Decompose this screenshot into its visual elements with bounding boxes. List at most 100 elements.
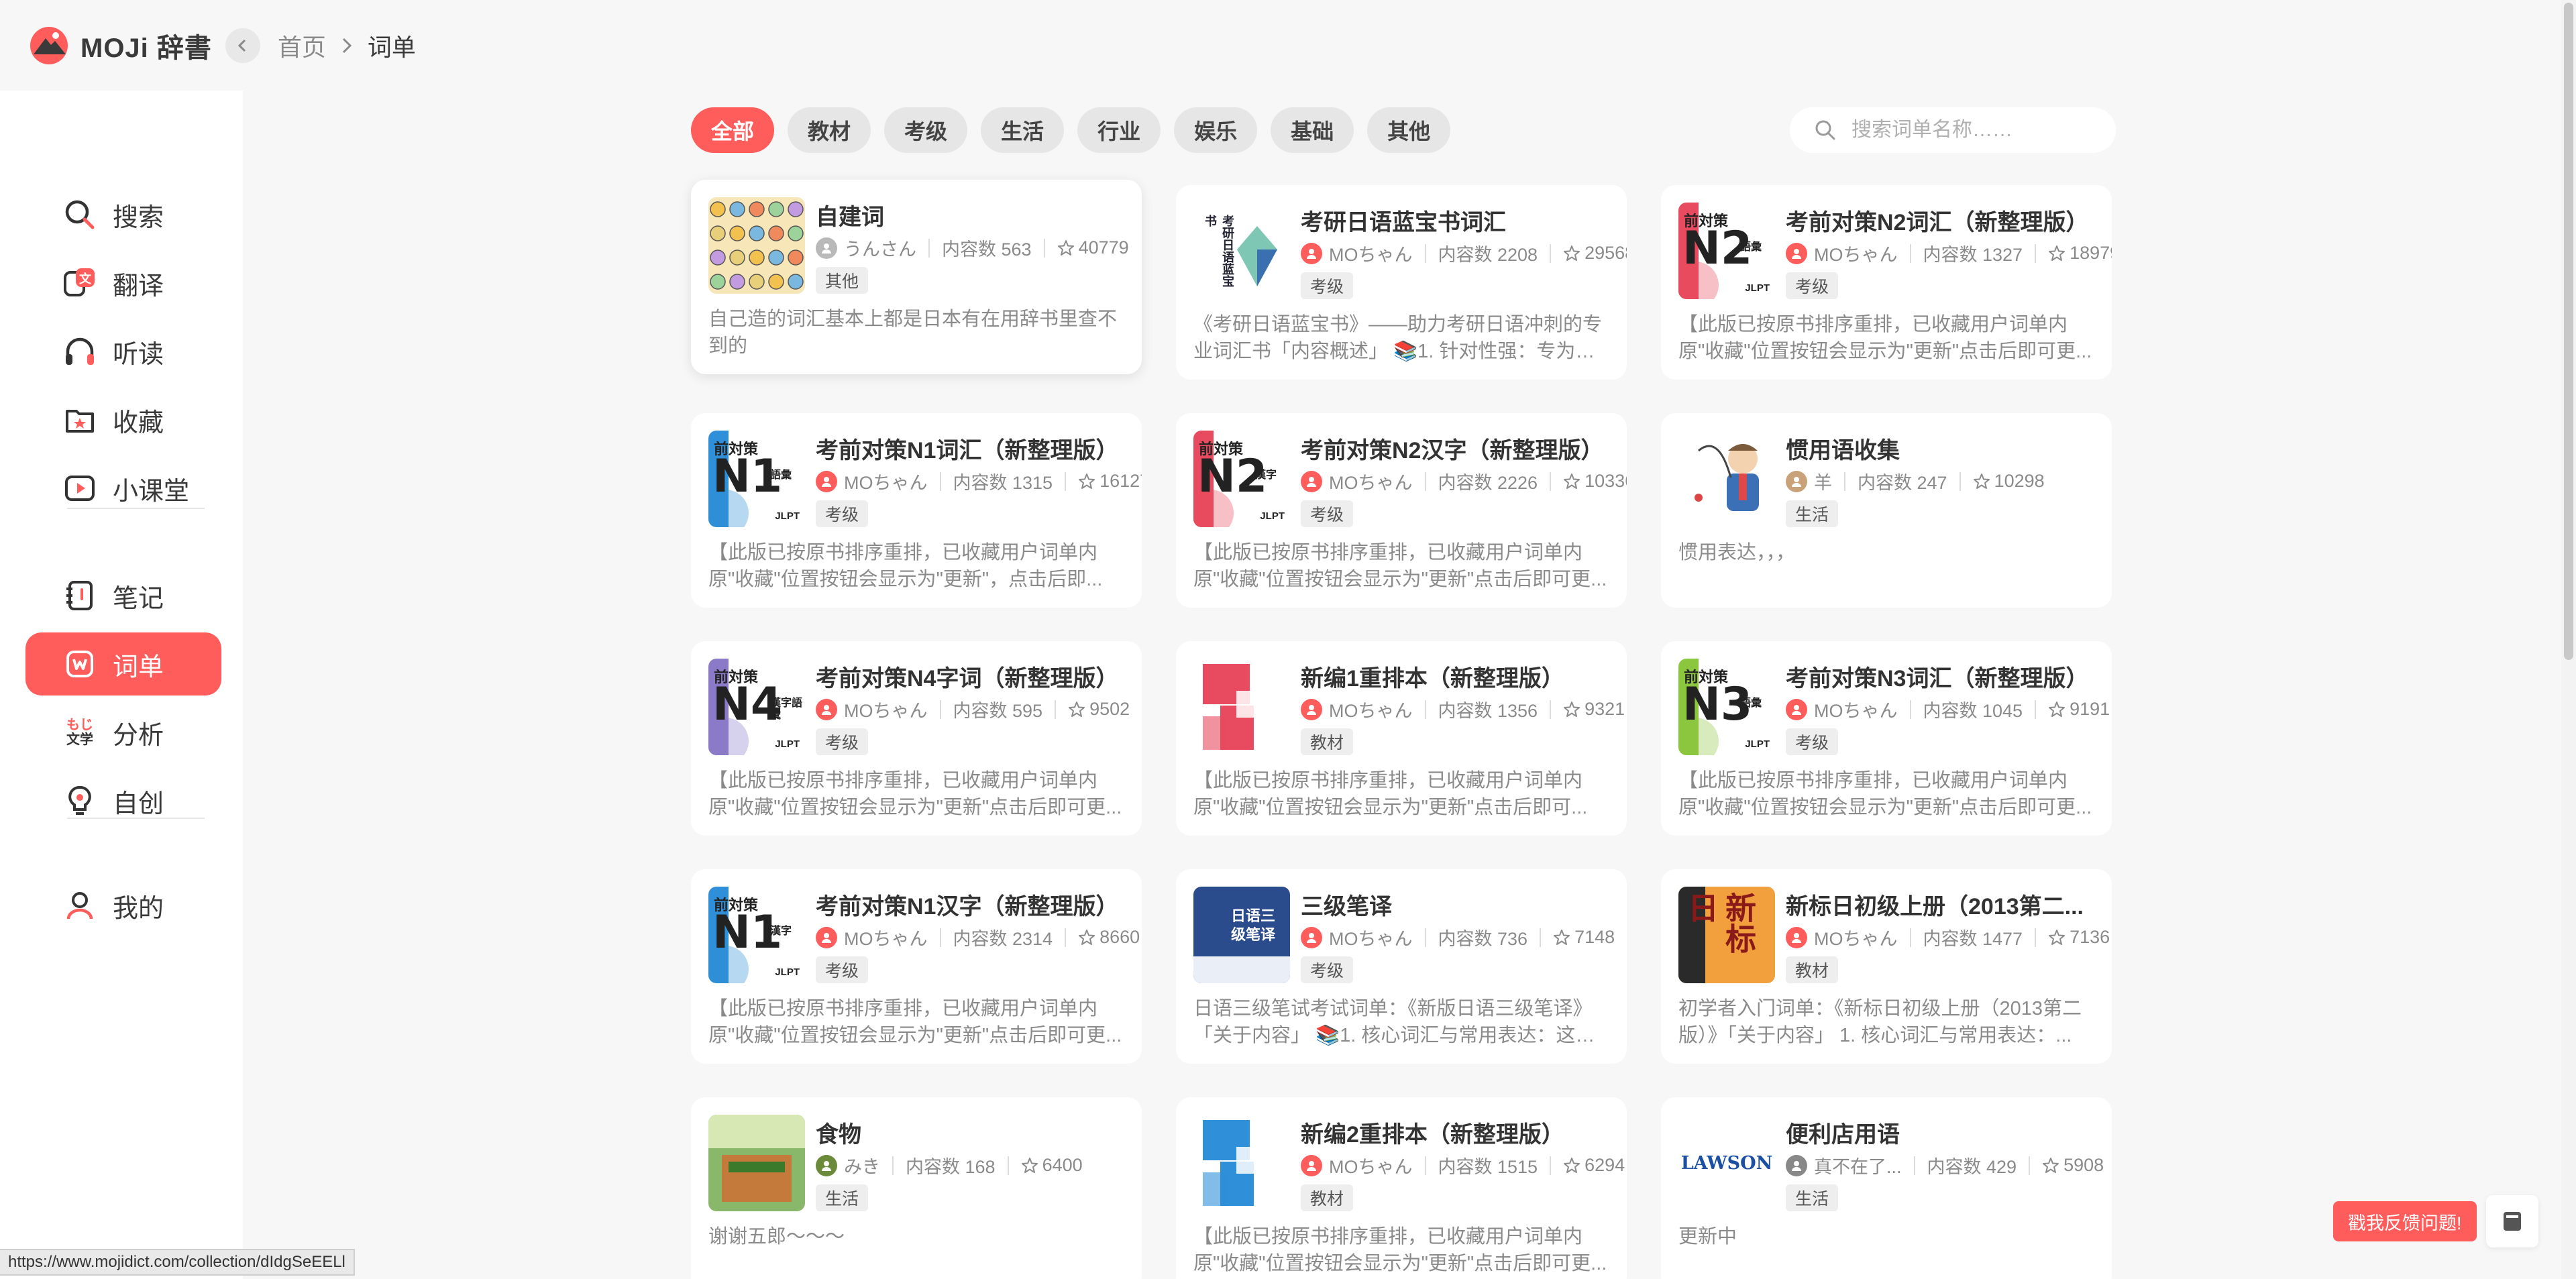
wordlist-tag: 考级 bbox=[1786, 272, 1839, 299]
meta-divider bbox=[1043, 238, 1045, 258]
meta-divider bbox=[1424, 243, 1426, 263]
meta-divider bbox=[1540, 928, 1542, 947]
filter-chip-exam[interactable]: 考级 bbox=[884, 107, 968, 153]
sidebar-item-listen[interactable]: 听读 bbox=[25, 320, 221, 383]
wordlist-author: MOちゃん bbox=[1814, 929, 1898, 949]
wordlist-description: 《考研日语蓝宝书》——助力考研日语冲刺的专业词汇书「内容概述」 📚1. 针对性强… bbox=[1193, 314, 1603, 362]
sidebar-item-classroom[interactable]: 小课堂 bbox=[25, 457, 221, 520]
wordlist-cover-image: 前対策 N1 語彙 JLPT bbox=[708, 431, 805, 527]
cover-subtitle: 漢字語彙 bbox=[770, 698, 803, 721]
wordlist-author: MOちゃん bbox=[1329, 245, 1413, 265]
wordlist-card[interactable]: 自建词 うんさん 内容数 563 40779 其他 自己造的词汇基本上都是日本有… bbox=[691, 180, 1142, 374]
wordlist-stars: 7148 bbox=[1574, 927, 1615, 947]
wordlist-cover-image bbox=[708, 1115, 805, 1211]
feedback-button[interactable]: 戳我反馈问题! bbox=[2333, 1201, 2477, 1241]
notebook-icon bbox=[60, 576, 99, 615]
avatar bbox=[1786, 470, 1807, 492]
meta-divider bbox=[1913, 1156, 1915, 1175]
meta-divider bbox=[1424, 700, 1426, 719]
wordlist-icon bbox=[60, 645, 99, 683]
wordlist-stars: 6294 bbox=[1585, 1155, 1625, 1175]
wordlist-card[interactable]: 新编1重排本（新整理版） MOちゃん 内容数 1356 9321 教材 【此版已… bbox=[1176, 641, 1627, 836]
avatar bbox=[1301, 926, 1322, 948]
wordlist-title: 考前对策N2汉字（新整理版） bbox=[1301, 438, 1604, 463]
wordlist-author: うんさん bbox=[844, 239, 916, 260]
filter-chip-basic[interactable]: 基础 bbox=[1271, 107, 1354, 153]
star-icon bbox=[1564, 245, 1580, 261]
wordlist-author: MOちゃん bbox=[1329, 473, 1413, 493]
wordlist-card[interactable]: 日语三级笔译 三级笔译 MOちゃん 内容数 736 7148 考级 日语三级笔试… bbox=[1176, 869, 1627, 1064]
wordlist-stars: 40779 bbox=[1078, 237, 1129, 258]
wordlist-count: 内容数 2208 bbox=[1438, 245, 1538, 265]
wordlist-count: 内容数 247 bbox=[1858, 473, 1947, 493]
wordlist-card[interactable]: 前対策 N1 漢字 JLPT 考前对策N1汉字（新整理版） MOちゃん 内容数 … bbox=[691, 869, 1142, 1064]
wordlist-meta: MOちゃん 内容数 1477 7136 bbox=[1786, 924, 2110, 950]
star-icon bbox=[1057, 239, 1074, 256]
wordlist-cover-image: LAWSON bbox=[1678, 1115, 1775, 1211]
wordlist-tag: 考级 bbox=[816, 956, 869, 983]
cover-subtitle: 漢字 bbox=[1255, 469, 1277, 481]
wordlist-card[interactable]: 考研日语蓝宝书 考研日语蓝宝书词汇 MOちゃん 内容数 2208 29568 考… bbox=[1176, 185, 1627, 380]
sidebar-item-create[interactable]: 自创 bbox=[25, 769, 221, 832]
filter-chip-entertainment[interactable]: 娱乐 bbox=[1174, 107, 1258, 153]
star-icon bbox=[2049, 701, 2065, 717]
filter-chip-textbook[interactable]: 教材 bbox=[788, 107, 871, 153]
sidebar-item-translate[interactable]: 文 翻译 bbox=[25, 252, 221, 315]
sidebar-item-label: 小课堂 bbox=[113, 477, 190, 506]
cover-subtitle: 語彙 bbox=[1740, 241, 1762, 253]
filter-chip-industry[interactable]: 行业 bbox=[1077, 107, 1161, 153]
wordlist-author: 真不在了... bbox=[1814, 1157, 1902, 1177]
cover-subtitle: 語彙 bbox=[770, 469, 792, 481]
breadcrumb-current: 词单 bbox=[367, 33, 416, 61]
star-icon bbox=[1021, 1157, 1038, 1173]
wordlist-count: 内容数 168 bbox=[906, 1157, 996, 1177]
scrollbar-thumb[interactable] bbox=[2564, 3, 2573, 660]
sidebar-item-search[interactable]: 搜索 bbox=[25, 183, 221, 246]
sidebar-item-favorites[interactable]: 收藏 bbox=[25, 388, 221, 451]
wordlist-description: 【此版已按原书排序重排，已收藏用户词单内原"收藏"位置按钮会显示为"更新"点击后… bbox=[1193, 542, 1607, 590]
filter-chip-other[interactable]: 其他 bbox=[1367, 107, 1451, 153]
wordlist-meta: MOちゃん 内容数 2314 8660 bbox=[816, 924, 1140, 950]
cover-badge: JLPT bbox=[775, 510, 800, 522]
sidebar-item-analysis[interactable]: もじ 文学 分析 bbox=[25, 701, 221, 764]
meta-divider bbox=[1550, 1156, 1552, 1175]
wordlist-card[interactable]: 前対策 N1 語彙 JLPT 考前对策N1词汇（新整理版） MOちゃん 内容数 … bbox=[691, 413, 1142, 608]
wordlist-card[interactable]: 前対策 N4 漢字語彙 JLPT 考前对策N4字词（新整理版） MOちゃん 内容… bbox=[691, 641, 1142, 836]
headphones-icon bbox=[60, 332, 99, 371]
filter-chip-life[interactable]: 生活 bbox=[981, 107, 1065, 153]
back-button[interactable] bbox=[225, 27, 260, 63]
wordlist-card[interactable]: LAWSON 便利店用语 真不在了... 内容数 429 5908 生活 更新中 bbox=[1661, 1097, 2112, 1279]
wordlist-card[interactable]: 惯用语收集 羊 内容数 247 10298 生活 惯用表达，，， bbox=[1661, 413, 2112, 608]
wordlist-count: 内容数 1515 bbox=[1438, 1157, 1538, 1177]
star-icon bbox=[1079, 473, 1095, 489]
wordlist-author: MOちゃん bbox=[844, 701, 928, 721]
logo[interactable]: MOJi 辞書 bbox=[28, 25, 212, 66]
wordlist-count: 内容数 429 bbox=[1927, 1157, 2017, 1177]
wordlist-description: 惯用表达，，， bbox=[1678, 542, 1796, 563]
star-icon bbox=[2043, 1157, 2059, 1173]
breadcrumb-home[interactable]: 首页 bbox=[278, 28, 326, 63]
search-input[interactable] bbox=[1851, 119, 2106, 142]
wordlist-author: MOちゃん bbox=[844, 473, 928, 493]
wordlist-card[interactable]: 前対策 N3 語彙 JLPT 考前对策N3词汇（新整理版） MOちゃん 内容数 … bbox=[1661, 641, 2112, 836]
wordlist-card[interactable]: 前対策 N2 語彙 JLPT 考前对策N2词汇（新整理版） MOちゃん 内容数 … bbox=[1661, 185, 2112, 380]
sidebar-item-profile[interactable]: 我的 bbox=[25, 874, 221, 937]
cover-subtitle: 語彙 bbox=[1740, 698, 1762, 709]
avatar bbox=[816, 470, 837, 492]
sidebar-item-notes[interactable]: 笔记 bbox=[25, 564, 221, 627]
sidebar-item-wordlist[interactable]: 词单 bbox=[25, 632, 221, 696]
wordlist-meta: みき 内容数 168 6400 bbox=[816, 1152, 1083, 1178]
filter-chip-all[interactable]: 全部 bbox=[691, 107, 775, 153]
wordlist-stars: 6400 bbox=[1042, 1155, 1083, 1175]
wordlist-card[interactable]: 新编2重排本（新整理版） MOちゃん 内容数 1515 6294 教材 【此版已… bbox=[1176, 1097, 1627, 1279]
wordlist-tag: 考级 bbox=[1301, 956, 1354, 983]
wordlist-author: MOちゃん bbox=[1814, 245, 1898, 265]
notebook-float-button[interactable] bbox=[2486, 1195, 2538, 1247]
wordlist-card[interactable]: 前対策 N2 漢字 JLPT 考前对策N2汉字（新整理版） MOちゃん 内容数 … bbox=[1176, 413, 1627, 608]
wordlist-cover-image: 新标日 bbox=[1678, 887, 1775, 983]
wordlist-card[interactable]: 食物 みき 内容数 168 6400 生活 谢谢五郎～～～ bbox=[691, 1097, 1142, 1279]
meta-divider bbox=[939, 471, 941, 491]
analysis-icon-bottom: 文学 bbox=[66, 732, 93, 747]
wordlist-tag: 生活 bbox=[1786, 1184, 1839, 1211]
wordlist-card[interactable]: 新标日 新标日初级上册（2013第二... MOちゃん 内容数 1477 713… bbox=[1661, 869, 2112, 1064]
